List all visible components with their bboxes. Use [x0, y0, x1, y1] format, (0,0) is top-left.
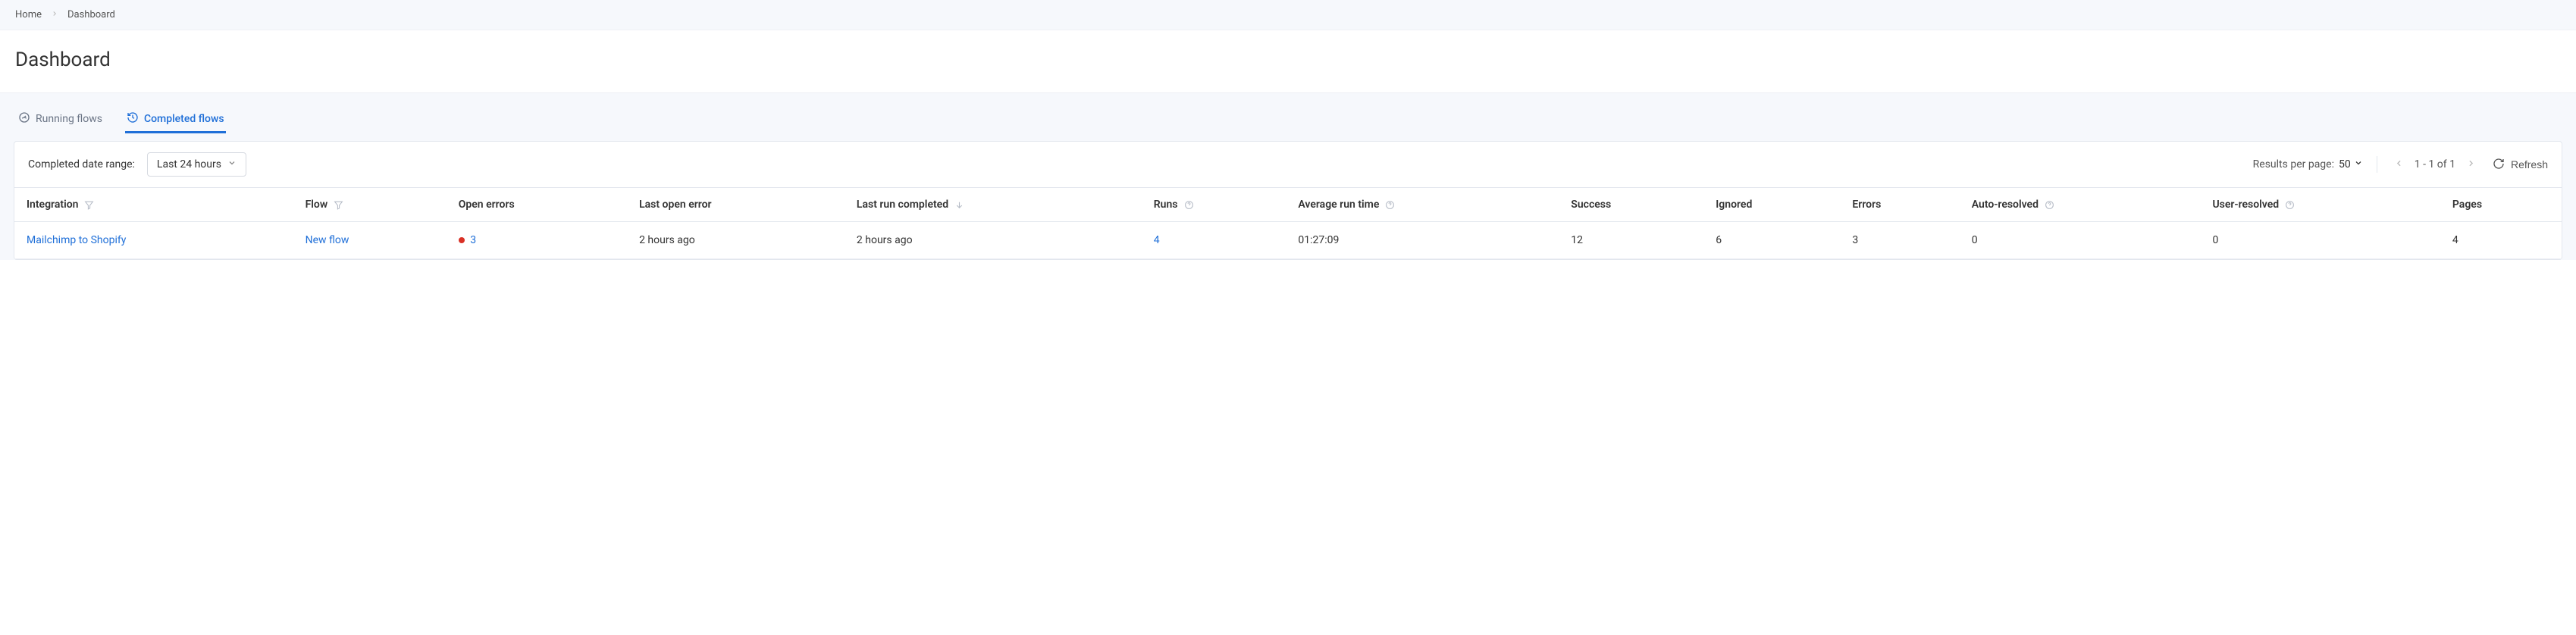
results-per-page-value: 50 — [2339, 158, 2351, 170]
tab-label: Running flows — [36, 113, 102, 125]
integration-link[interactable]: Mailchimp to Shopify — [27, 234, 126, 246]
help-icon[interactable] — [1385, 199, 1395, 211]
chevron-right-icon — [51, 9, 58, 20]
col-runs[interactable]: Runs — [1142, 188, 1286, 222]
open-errors-link[interactable]: 3 — [470, 234, 476, 246]
page-range-text: 1 - 1 of 1 — [2415, 158, 2455, 170]
pages-cell: 4 — [2452, 234, 2458, 246]
results-per-page: Results per page: 50 — [2253, 158, 2363, 170]
last-open-error-cell: 2 hours ago — [639, 234, 695, 246]
col-errors[interactable]: Errors — [1840, 188, 1959, 222]
chevron-down-icon — [2354, 158, 2363, 170]
help-icon[interactable] — [2285, 199, 2295, 211]
col-avg-run-time[interactable]: Average run time — [1286, 188, 1559, 222]
auto-resolved-cell: 0 — [1972, 234, 1978, 246]
tabs: Running flows Completed flows — [14, 107, 2562, 133]
col-label: User-resolved — [2212, 199, 2279, 211]
pagination: 1 - 1 of 1 — [2391, 156, 2479, 173]
date-range-label: Completed date range: — [28, 158, 135, 170]
filter-icon[interactable] — [84, 199, 94, 211]
breadcrumb-current: Dashboard — [67, 9, 115, 20]
page-header: Dashboard — [0, 30, 2576, 92]
results-per-page-label: Results per page: — [2253, 158, 2334, 170]
col-integration[interactable]: Integration — [14, 188, 293, 222]
content-area: Running flows Completed flows Completed … — [0, 92, 2576, 260]
flows-table: Integration Flow — [14, 187, 2562, 259]
table-row: Mailchimp to Shopify New flow 3 2 hours … — [14, 222, 2562, 259]
col-label: Last run completed — [857, 199, 948, 211]
col-label: Flow — [306, 199, 328, 211]
col-label: Success — [1571, 199, 1611, 211]
col-label: Runs — [1154, 199, 1178, 211]
breadcrumb: Home Dashboard — [0, 0, 2576, 30]
chevron-down-icon — [227, 158, 237, 170]
refresh-button[interactable]: Refresh — [2493, 158, 2548, 172]
breadcrumb-home-link[interactable]: Home — [15, 9, 42, 20]
col-label: Ignored — [1716, 199, 1752, 211]
help-icon[interactable] — [1184, 199, 1194, 211]
completed-flows-panel: Completed date range: Last 24 hours Resu… — [14, 141, 2562, 260]
last-run-completed-cell: 2 hours ago — [857, 234, 913, 246]
col-pages[interactable]: Pages — [2440, 188, 2562, 222]
refresh-icon — [2493, 158, 2505, 172]
dashboard-icon — [18, 111, 30, 127]
page-title: Dashboard — [15, 48, 2561, 71]
col-ignored[interactable]: Ignored — [1703, 188, 1840, 222]
runs-link[interactable]: 4 — [1154, 234, 1160, 246]
refresh-label: Refresh — [2511, 158, 2548, 170]
col-label: Open errors — [459, 199, 515, 211]
col-label: Errors — [1852, 199, 1881, 211]
toolbar-right: Results per page: 50 1 - 1 of 1 — [2253, 156, 2548, 173]
col-success[interactable]: Success — [1559, 188, 1703, 222]
history-icon — [127, 111, 139, 127]
date-range-dropdown[interactable]: Last 24 hours — [147, 152, 246, 177]
flow-link[interactable]: New flow — [306, 234, 349, 246]
tab-label: Completed flows — [144, 113, 224, 125]
col-last-open-error[interactable]: Last open error — [627, 188, 845, 222]
next-page-button[interactable] — [2463, 156, 2479, 173]
help-icon[interactable] — [2045, 199, 2054, 211]
results-per-page-dropdown[interactable]: 50 — [2339, 158, 2363, 170]
col-flow[interactable]: Flow — [293, 188, 447, 222]
filter-icon[interactable] — [334, 199, 343, 211]
col-label: Auto-resolved — [1972, 199, 2039, 211]
error-dot-icon — [459, 237, 465, 243]
ignored-cell: 6 — [1716, 234, 1722, 246]
prev-page-button[interactable] — [2391, 156, 2407, 173]
errors-cell: 3 — [1852, 234, 1858, 246]
col-label: Integration — [27, 199, 78, 211]
success-cell: 12 — [1571, 234, 1583, 246]
avg-run-time-cell: 01:27:09 — [1298, 234, 1339, 246]
col-last-run-completed[interactable]: Last run completed — [845, 188, 1142, 222]
col-label: Pages — [2452, 199, 2482, 211]
tab-completed-flows[interactable]: Completed flows — [125, 107, 226, 133]
date-range-value: Last 24 hours — [157, 158, 221, 170]
col-auto-resolved[interactable]: Auto-resolved — [1960, 188, 2201, 222]
sort-desc-icon[interactable] — [954, 199, 964, 211]
panel-toolbar: Completed date range: Last 24 hours Resu… — [14, 142, 2562, 187]
col-label: Last open error — [639, 199, 711, 211]
user-resolved-cell: 0 — [2212, 234, 2218, 246]
col-label: Average run time — [1298, 199, 1379, 211]
col-open-errors[interactable]: Open errors — [447, 188, 627, 222]
tab-running-flows[interactable]: Running flows — [17, 107, 104, 133]
col-user-resolved[interactable]: User-resolved — [2200, 188, 2440, 222]
